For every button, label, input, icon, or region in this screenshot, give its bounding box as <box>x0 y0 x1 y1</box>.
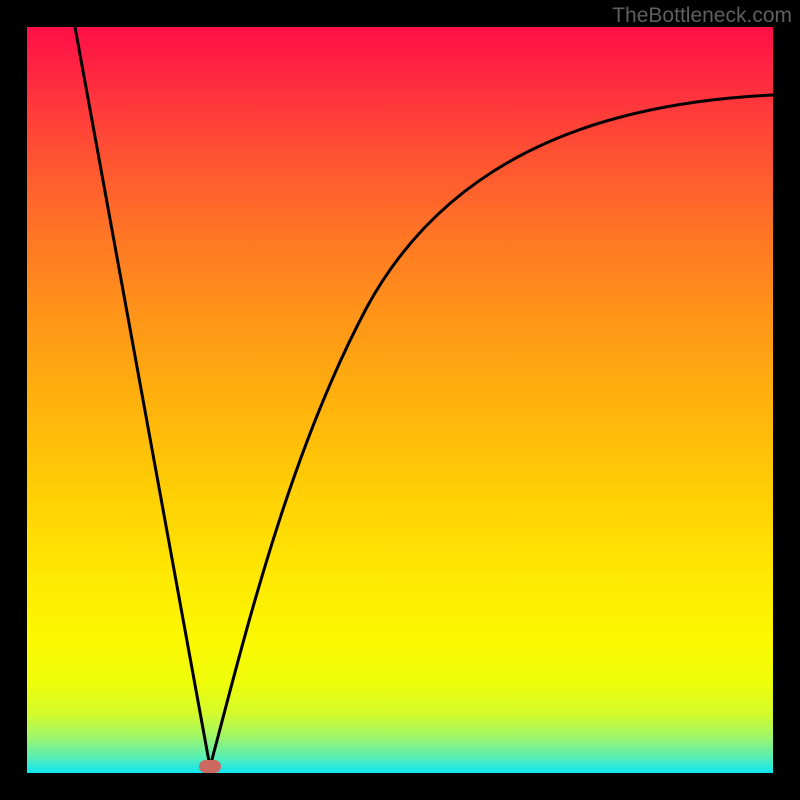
watermark-text: TheBottleneck.com <box>612 4 792 28</box>
plot-area <box>27 27 773 773</box>
chart-frame: TheBottleneck.com <box>0 0 800 800</box>
curve-path <box>75 27 773 767</box>
min-marker <box>199 760 221 773</box>
bottleneck-curve <box>27 27 773 773</box>
